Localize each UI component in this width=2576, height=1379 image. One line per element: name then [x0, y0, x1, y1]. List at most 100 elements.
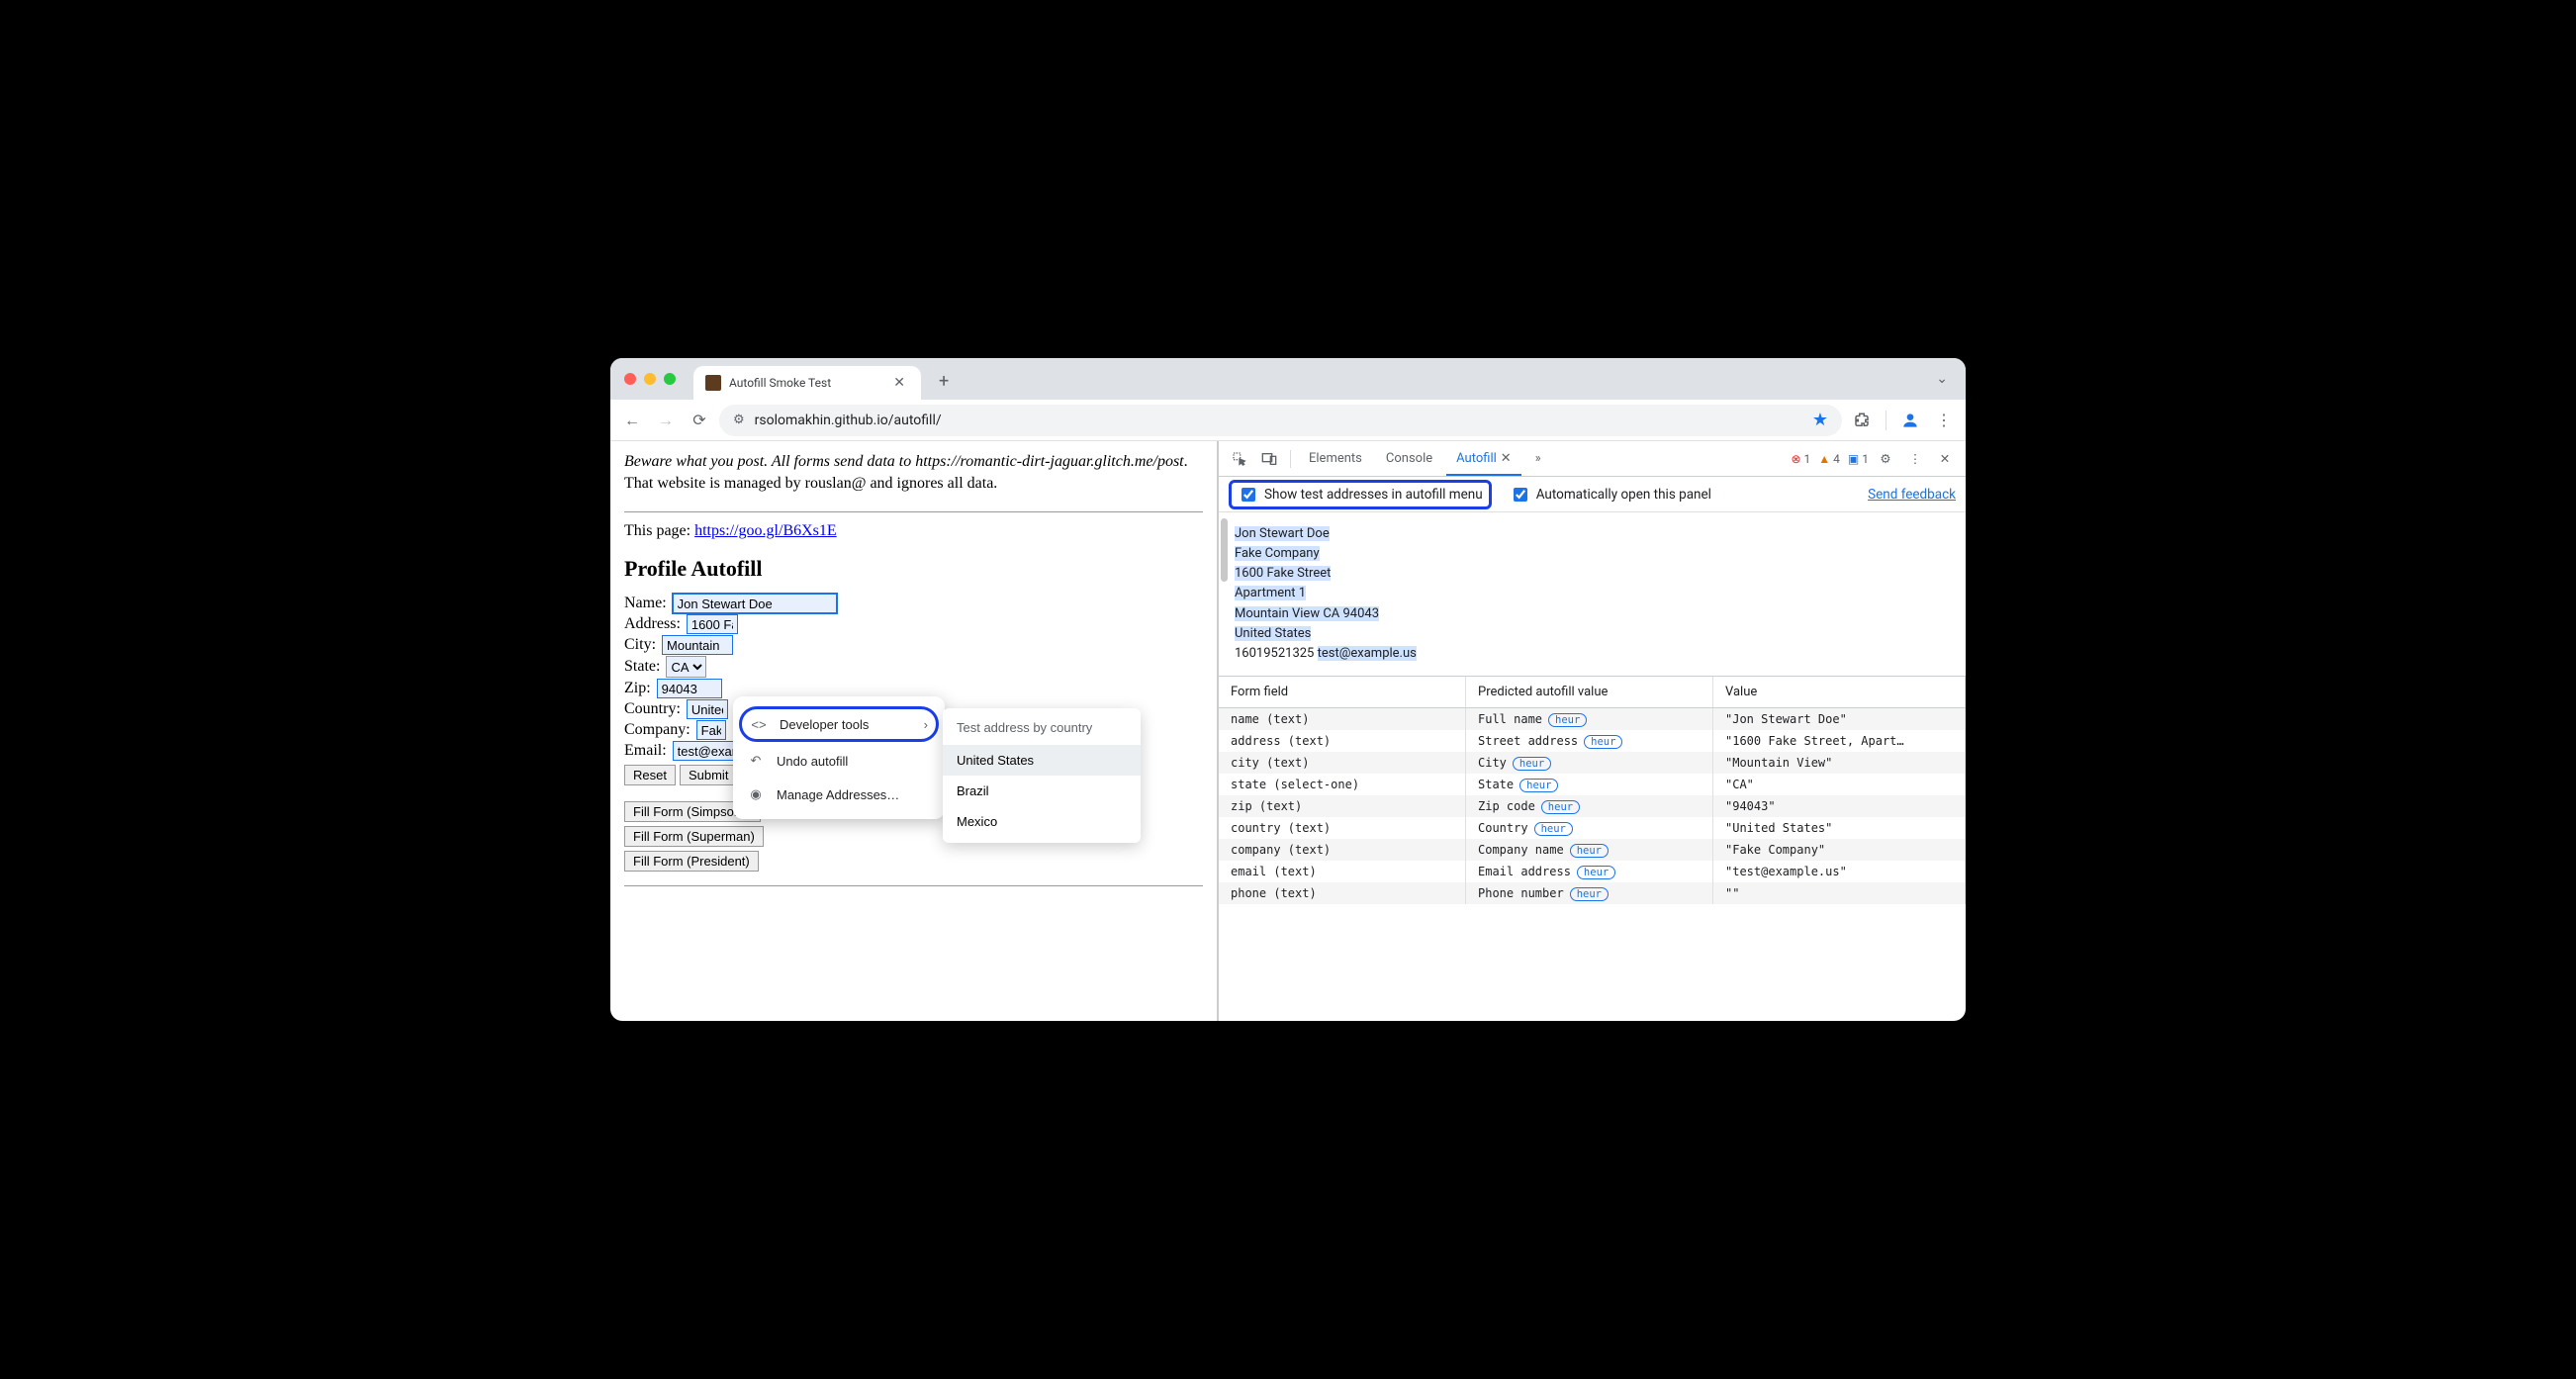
company-input[interactable]	[696, 720, 726, 740]
submenu-item-brazil[interactable]: Brazil	[943, 776, 1141, 806]
ctx-undo-autofill[interactable]: ↶ Undo autofill	[733, 744, 945, 778]
page-divider-2	[624, 885, 1203, 886]
cell-field: company (text)	[1219, 839, 1466, 861]
error-badge[interactable]: ⊗ 1	[1792, 452, 1811, 466]
label-email: Email:	[624, 742, 667, 760]
ctx-manage-addresses[interactable]: ◉ Manage Addresses…	[733, 778, 945, 811]
country-input[interactable]	[687, 699, 728, 719]
zip-input[interactable]	[657, 679, 722, 698]
ctx-developer-tools[interactable]: <> Developer tools ›	[739, 706, 939, 742]
heur-badge: heur	[1541, 800, 1580, 814]
submenu-header: Test address by country	[943, 714, 1141, 745]
tab-elements[interactable]: Elements	[1299, 441, 1372, 476]
show-test-label: Show test addresses in autofill menu	[1264, 487, 1483, 503]
label-state: State:	[624, 658, 660, 676]
fill-superman-button[interactable]: Fill Form (Superman)	[624, 826, 764, 847]
warning-badge[interactable]: ▲ 4	[1818, 452, 1840, 466]
autofill-address-summary: Jon Stewart Doe Fake Company 1600 Fake S…	[1219, 512, 1966, 676]
tab-close-button[interactable]: ✕	[889, 373, 909, 393]
browser-window: Autofill Smoke Test ✕ + ⌄ ← → ⟳ ⚙ rsolom…	[610, 358, 1966, 1021]
autofill-context-menu: <> Developer tools › ↶ Undo autofill ◉ M…	[733, 696, 945, 819]
bookmark-star-icon[interactable]: ★	[1812, 410, 1828, 430]
back-button[interactable]: ←	[618, 407, 646, 434]
undo-icon: ↶	[747, 753, 765, 769]
table-row: zip (text)Zip codeheur"94043"	[1219, 795, 1966, 817]
warning-text: Beware what you post. All forms send dat…	[624, 451, 1198, 494]
state-select[interactable]: CA	[666, 656, 706, 678]
more-tabs-icon[interactable]: »	[1525, 446, 1551, 472]
devtools-subbar: Show test addresses in autofill menu Aut…	[1219, 477, 1966, 512]
auto-open-panel-toggle[interactable]: Automatically open this panel	[1510, 485, 1711, 505]
profile-avatar-icon[interactable]	[1896, 407, 1924, 434]
cell-value: "94043"	[1713, 795, 1966, 817]
this-page-link[interactable]: https://goo.gl/B6Xs1E	[694, 522, 837, 539]
devtools-close-icon[interactable]: ✕	[1932, 446, 1958, 472]
label-country: Country:	[624, 700, 681, 718]
cell-field: country (text)	[1219, 817, 1466, 839]
addr-phone: 16019521325	[1235, 646, 1314, 661]
kebab-menu-icon[interactable]: ⋮	[1930, 407, 1958, 434]
cell-predicted: Cityheur	[1466, 752, 1713, 774]
th-field: Form field	[1219, 677, 1466, 707]
show-test-addresses-toggle[interactable]: Show test addresses in autofill menu	[1229, 480, 1492, 509]
heur-badge: heur	[1548, 713, 1587, 727]
ctx-undo-label: Undo autofill	[777, 754, 848, 769]
name-input[interactable]	[673, 594, 837, 613]
cell-field: city (text)	[1219, 752, 1466, 774]
page-pane: Beware what you post. All forms send dat…	[610, 441, 1218, 1021]
cell-field: phone (text)	[1219, 882, 1466, 904]
tab-autofill[interactable]: Autofill ✕	[1446, 441, 1521, 476]
auto-open-label: Automatically open this panel	[1536, 487, 1711, 503]
show-test-checkbox[interactable]	[1242, 488, 1255, 502]
heur-badge: heur	[1570, 844, 1609, 858]
cell-value: "United States"	[1713, 817, 1966, 839]
cell-predicted: Countryheur	[1466, 817, 1713, 839]
site-settings-icon[interactable]: ⚙	[733, 413, 745, 427]
label-name: Name:	[624, 595, 667, 612]
table-row: email (text)Email addressheur"test@examp…	[1219, 861, 1966, 882]
titlebar: Autofill Smoke Test ✕ + ⌄	[610, 358, 1966, 400]
forward-button[interactable]: →	[652, 407, 680, 434]
heur-badge: heur	[1519, 779, 1558, 792]
city-input[interactable]	[662, 635, 733, 655]
inspect-icon[interactable]	[1227, 446, 1252, 472]
table-row: address (text)Street addressheur"1600 Fa…	[1219, 730, 1966, 752]
window-close-button[interactable]	[624, 373, 636, 385]
send-feedback-link[interactable]: Send feedback	[1868, 487, 1956, 503]
submenu-item-mexico[interactable]: Mexico	[943, 806, 1141, 837]
autofill-table: Form field Predicted autofill value Valu…	[1219, 676, 1966, 904]
cell-predicted: Street addressheur	[1466, 730, 1713, 752]
window-minimize-button[interactable]	[644, 373, 656, 385]
row-state: State: CA	[624, 656, 1203, 678]
cell-value: "1600 Fake Street, Apart…	[1713, 730, 1966, 752]
info-badge[interactable]: ▣ 1	[1848, 452, 1869, 466]
new-tab-button[interactable]: +	[931, 367, 957, 396]
fill-president-button[interactable]: Fill Form (President)	[624, 851, 759, 872]
browser-tab[interactable]: Autofill Smoke Test ✕	[693, 366, 921, 400]
device-toggle-icon[interactable]	[1256, 446, 1282, 472]
tab-autofill-close-icon[interactable]: ✕	[1501, 451, 1512, 466]
submit-button[interactable]: Submit	[680, 765, 737, 785]
submenu-item-us[interactable]: United States	[943, 745, 1141, 776]
cell-field: email (text)	[1219, 861, 1466, 882]
settings-gear-icon[interactable]: ⚙	[1873, 446, 1898, 472]
devtools-kebab-icon[interactable]: ⋮	[1902, 446, 1928, 472]
reset-button[interactable]: Reset	[624, 765, 676, 785]
scrollbar[interactable]	[1221, 518, 1228, 582]
ctx-manage-label: Manage Addresses…	[777, 787, 899, 802]
cell-predicted: Zip codeheur	[1466, 795, 1713, 817]
cell-value: "Jon Stewart Doe"	[1713, 708, 1966, 730]
devtools-tabstrip: Elements Console Autofill ✕ » ⊗ 1 ▲ 4 ▣ …	[1219, 441, 1966, 477]
cell-value: "CA"	[1713, 774, 1966, 795]
chevron-down-icon[interactable]: ⌄	[1928, 367, 1956, 391]
extensions-icon[interactable]	[1848, 407, 1876, 434]
reload-button[interactable]: ⟳	[686, 407, 713, 434]
addr-country: United States	[1235, 626, 1311, 641]
toolbar: ← → ⟳ ⚙ rsolomakhin.github.io/autofill/ …	[610, 400, 1966, 441]
auto-open-checkbox[interactable]	[1514, 488, 1527, 502]
content-area: Beware what you post. All forms send dat…	[610, 441, 1966, 1021]
window-maximize-button[interactable]	[664, 373, 676, 385]
omnibox[interactable]: ⚙ rsolomakhin.github.io/autofill/ ★	[719, 405, 1842, 436]
tab-console[interactable]: Console	[1376, 441, 1442, 476]
address-input[interactable]	[687, 614, 738, 634]
